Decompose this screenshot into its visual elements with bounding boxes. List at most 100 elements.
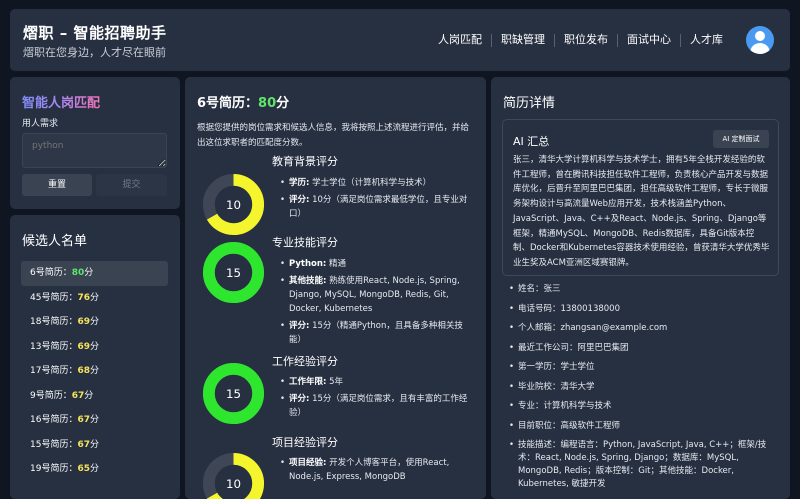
resume-title: 6号简历：80分 [197,92,289,111]
candidate-item[interactable]: 19号简历：65分 [21,457,168,482]
requirement-input[interactable] [22,133,167,168]
candidate-item[interactable]: 15号简历：67分 [21,433,168,458]
info-position: 目前职位：高级软件工程师 [509,420,779,433]
ai-summary-card: AI 汇总 AI 定制面试 张三，清华大学计算机科学与技术学士，拥有5年全栈开发… [502,119,779,276]
projects-details: 项目经验: 开发个人博客平台，使用React, Node.js, Express… [280,456,475,487]
detail-key: 学历: [289,178,310,188]
detail-item: 项目经验: 开发个人博客平台，使用React, Node.js, Express… [280,456,475,484]
match-panel: 智能人岗匹配 用人需求 重置 提交 [10,77,180,209]
candidate-item[interactable]: 45号简历：76分 [21,286,168,311]
candidate-item[interactable]: 9号简历：67分 [21,384,168,409]
score-unit: 分 [89,439,99,450]
detail-key: Python: [289,259,327,269]
candidate-name: 45号简历： [30,292,78,303]
candidate-name: 15号简历： [30,439,78,450]
candidate-item[interactable]: 6号简历：80分 [21,261,168,286]
experience-details: 工作年限: 5年 评分: 15分（满足岗位需求，且有丰富的工作经验） [280,375,475,423]
info-name: 姓名：张三 [509,283,779,296]
detail-item: 评分: 15分（精通Python，且具备多种相关技能） [280,319,475,347]
ai-summary-title: AI 汇总 [513,135,550,148]
candidate-name: 9号简历： [30,390,72,401]
candidate-score: 69 [77,317,90,327]
detail-text: 学士学位（计算机科学与技术） [309,178,432,188]
candidate-item[interactable]: 13号简历：69分 [21,335,168,360]
info-phone: 电话号码：13800138000 [509,303,779,316]
skills-details: Python: 精通 其他技能: 熟练使用React, Node.js, Spr… [280,257,475,350]
candidate-name: 19号简历： [30,464,78,474]
candidate-list: 6号简历：80分 45号简历：76分 18号简历：69分 13号简历：69分 1… [21,261,168,482]
avatar-body [750,43,770,54]
detail-item: 其他技能: 熟练使用React, Node.js, Spring, Django… [280,274,475,316]
info-major: 专业：计算机科学与技术 [509,400,779,413]
app-header: 熠职 – 智能招聘助手 熠职在您身边，人才尽在眼前 人岗匹配 职缺管理 职位发布… [10,9,790,71]
user-avatar-icon[interactable] [746,26,774,54]
candidate-item[interactable]: 16号简历：67分 [21,408,168,433]
nav-item-post-job[interactable]: 职位发布 [555,33,617,47]
experience-score-ring: 15 [202,362,265,425]
top-nav: 人岗匹配 职缺管理 职位发布 面试中心 人才库 [429,33,732,47]
candidate-name: 13号简历： [30,341,78,352]
skills-score-ring: 15 [202,241,265,304]
resume-title-prefix: 6号简历： [197,96,259,111]
resume-total-score: 80 [258,96,277,111]
match-title: 智能人岗匹配 [22,92,100,111]
score-unit: 分 [89,292,99,303]
detail-item: Python: 精通 [280,257,475,271]
resume-detail-title: 简历详情 [503,96,556,111]
reset-button[interactable]: 重置 [22,174,92,196]
ring-score-label: 15 [226,387,241,401]
info-recent-company: 最近工作公司：阿里巴巴集团 [509,342,779,355]
candidate-score: 65 [77,464,90,474]
detail-text: 精通 [326,259,347,269]
projects-score-ring: 10 [202,452,265,499]
candidate-score: 76 [77,292,90,303]
detail-key: 评分: [289,394,310,404]
detail-text: 15分（满足岗位需求，且有丰富的工作经验） [289,394,468,418]
submit-button[interactable]: 提交 [96,174,167,196]
detail-item: 评分: 10分（满足岗位需求最低学位，且专业对口） [280,193,475,221]
ring-score-label: 15 [226,266,241,280]
nav-item-match[interactable]: 人岗匹配 [429,33,491,47]
candidate-name: 17号简历： [30,366,78,376]
detail-key: 评分: [289,195,310,205]
ring-score-label: 10 [226,477,241,491]
candidate-name: 6号简历： [30,268,72,278]
detail-key: 工作年限: [289,377,327,387]
detail-item: 评分: 15分（满足岗位需求，且有丰富的工作经验） [280,392,475,420]
evaluation-intro: 根据您提供的岗位需求和候选人信息，我将按照上述流程进行评估，并给出这位求职者的匹… [197,123,470,148]
resume-score-unit: 分 [276,96,290,111]
app-subtitle: 熠职在您身边，人才尽在眼前 [23,46,166,59]
section-title-projects: 项目经验评分 [272,436,338,449]
candidate-item[interactable]: 17号简历：68分 [21,359,168,384]
ai-custom-interview-button[interactable]: AI 定制面试 [713,130,769,148]
candidate-score: 69 [77,341,90,352]
education-details: 学历: 学士学位（计算机科学与技术） 评分: 10分（满足岗位需求最低学位，且专… [280,176,475,224]
candidate-panel: 候选人名单 6号简历：80分 45号简历：76分 18号简历：69分 13号简历… [10,215,180,499]
detail-text: 5年 [326,377,344,387]
score-unit: 分 [89,415,99,425]
score-unit: 分 [89,464,99,474]
nav-item-interviews[interactable]: 面试中心 [618,33,680,47]
detail-text: 10分（满足岗位需求最低学位，且专业对口） [289,195,468,219]
info-skills: 技能描述：编程语言：Python, JavaScript, Java, C++；… [509,439,779,491]
education-score-ring: 10 [202,173,265,236]
avatar-head [755,31,765,41]
candidate-score: 67 [77,415,90,425]
score-unit: 分 [89,366,99,376]
candidate-score: 67 [77,439,90,450]
section-title-skills: 专业技能评分 [272,236,338,249]
detail-key: 评分: [289,321,310,331]
ai-summary-text: 张三，清华大学计算机科学与技术学士，拥有5年全栈开发经验的软件工程师，曾在腾讯科… [513,155,770,268]
requirement-label: 用人需求 [22,119,59,129]
nav-item-talent-pool[interactable]: 人才库 [681,33,732,47]
info-school: 毕业院校：清华大学 [509,381,779,394]
candidate-score: 67 [71,390,85,401]
candidate-score: 80 [71,268,85,278]
score-unit: 分 [84,390,94,401]
resume-evaluation-panel: 6号简历：80分 根据您提供的岗位需求和候选人信息，我将按照上述流程进行评估，并… [185,77,486,499]
nav-item-vacancies[interactable]: 职缺管理 [492,33,554,47]
score-unit: 分 [89,317,99,327]
resume-detail-panel: 简历详情 AI 汇总 AI 定制面试 张三，清华大学计算机科学与技术学士，拥有5… [491,77,790,499]
candidate-list-title: 候选人名单 [22,234,88,249]
candidate-item[interactable]: 18号简历：69分 [21,310,168,335]
